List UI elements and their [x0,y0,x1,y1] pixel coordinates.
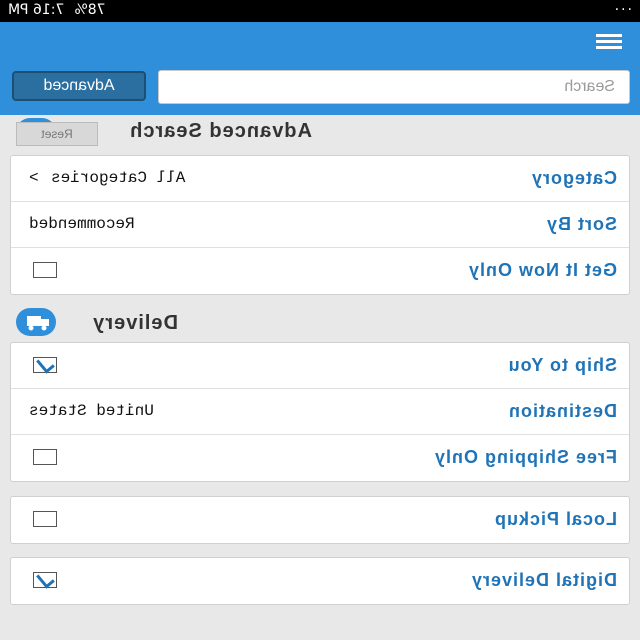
local-pickup-card: Local Pickup [10,496,630,544]
search-input[interactable]: Search [158,70,630,104]
hamburger-menu-icon[interactable] [596,34,622,52]
ship-to-you-row[interactable]: Ship to You [11,343,629,389]
truck-icon [16,308,56,336]
chevron-right-icon: > [29,169,39,187]
local-pickup-checkbox[interactable] [33,511,57,527]
ship-to-you-checkbox[interactable] [33,357,57,373]
digital-delivery-row[interactable]: Digital Delivery [11,558,629,604]
status-bar: ··· 78% 7:16 PM [0,0,640,22]
category-row[interactable]: Category All Categories > [11,156,629,202]
search-bar: Search Advanced [0,63,640,115]
local-pickup-label: Local Pickup [493,509,617,529]
app-screen: ··· 78% 7:16 PM Search Advanced Advanced… [0,0,640,640]
get-it-now-row[interactable]: Get It Now Only [11,248,629,294]
local-pickup-row[interactable]: Local Pickup [11,497,629,543]
get-it-now-label: Get It Now Only [467,260,617,280]
delivery-title: Delivery [92,312,178,334]
status-left: ··· [613,2,632,18]
clock: 7:16 PM [8,2,65,18]
search-placeholder: Search [564,78,615,95]
free-shipping-label: Free Shipping Only [433,447,617,467]
free-shipping-checkbox[interactable] [33,449,57,465]
advanced-search-title: Advanced Search [129,120,312,142]
reset-button[interactable]: Reset [16,122,98,146]
digital-delivery-label: Digital Delivery [470,570,617,590]
sort-by-label: Sort By [545,214,617,234]
delivery-card: Ship to You Destination United States Fr… [10,342,630,482]
battery-level: 78% [74,2,106,18]
sort-by-row[interactable]: Sort By Recommended [11,202,629,248]
digital-delivery-card: Digital Delivery [10,557,630,605]
digital-delivery-checkbox[interactable] [33,572,57,588]
sort-by-value: Recommended [29,215,135,233]
ship-to-you-label: Ship to You [507,355,617,375]
category-label: Category [530,168,617,188]
status-right: 78% 7:16 PM [8,2,106,18]
category-value: All Categories [51,169,186,187]
destination-row[interactable]: Destination United States [11,389,629,435]
free-shipping-row[interactable]: Free Shipping Only [11,435,629,481]
get-it-now-checkbox[interactable] [33,262,57,278]
destination-value: United States [29,402,154,420]
app-bar [0,22,640,63]
advanced-search-card: Category All Categories > Sort By Recomm… [10,155,630,295]
destination-label: Destination [507,401,617,421]
advanced-button[interactable]: Advanced [12,71,146,101]
overflow-dots-icon: ··· [612,2,632,18]
